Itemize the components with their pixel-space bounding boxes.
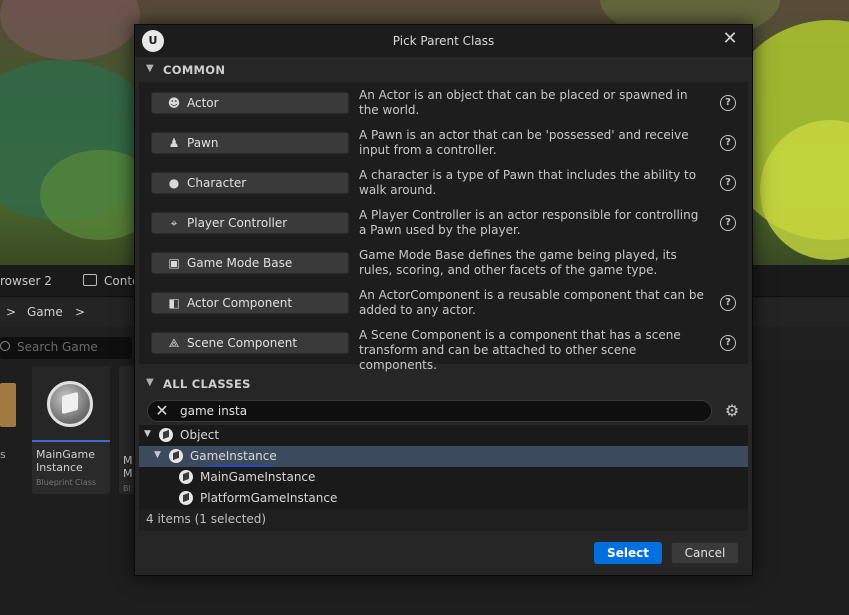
class-button-label: Actor Component xyxy=(187,296,293,310)
dialog-title: Pick Parent Class xyxy=(392,34,495,48)
tree-label: MainGameInstance xyxy=(200,470,316,484)
all-classes-section-header[interactable]: ▼ ALL CLASSES xyxy=(139,373,748,395)
class-button-label: Pawn xyxy=(187,136,219,150)
player-controller-button[interactable]: ⌖ Player Controller xyxy=(151,212,349,234)
search-icon xyxy=(0,341,10,351)
class-button-label: Character xyxy=(187,176,247,190)
class-button-label: Game Mode Base xyxy=(187,256,293,270)
rock-shape xyxy=(0,0,140,60)
asset-type: Blueprint Class xyxy=(36,478,97,487)
class-button-label: Actor xyxy=(187,96,219,110)
class-button-label: Player Controller xyxy=(187,216,288,230)
class-description: A Pawn is an actor that can be 'possesse… xyxy=(359,128,689,157)
scene-component-icon: ⟁ xyxy=(168,336,180,350)
help-icon[interactable]: ? xyxy=(720,335,736,351)
class-row-actor-component: ◧ Actor Component An ActorComponent is a… xyxy=(139,282,748,322)
cancel-button[interactable]: Cancel xyxy=(671,542,739,564)
collapse-triangle-icon: ▼ xyxy=(146,377,154,388)
class-description: A Scene Component is a component that ha… xyxy=(359,328,681,372)
section-title: COMMON xyxy=(163,63,226,77)
class-row-pawn: ♟ Pawn A Pawn is an actor that can be 'p… xyxy=(139,122,748,162)
class-search-box[interactable]: ✕ xyxy=(147,400,712,422)
folder-icon xyxy=(83,274,97,286)
class-description: An ActorComponent is a reusable componen… xyxy=(359,288,704,317)
class-row-character: ● Character A character is a type of Paw… xyxy=(139,162,748,202)
expand-arrow-icon[interactable]: ▼ xyxy=(154,450,161,460)
scene-component-button[interactable]: ⟁ Scene Component xyxy=(151,332,349,354)
actor-icon: ☻ xyxy=(167,96,181,110)
class-search-input[interactable] xyxy=(180,403,700,419)
tree-label: PlatformGameInstance xyxy=(200,491,338,505)
chevron-right-icon[interactable]: > xyxy=(6,305,16,319)
actor-component-icon: ◧ xyxy=(168,296,180,310)
asset-name-partial: s xyxy=(0,448,6,461)
help-icon[interactable]: ? xyxy=(720,175,736,191)
pawn-button[interactable]: ♟ Pawn xyxy=(151,132,349,154)
class-row-scene-component: ⟁ Scene Component A Scene Component is a… xyxy=(139,322,748,372)
status-bar: 4 items (1 selected) xyxy=(139,509,748,531)
asset-name-partial: M xyxy=(123,467,133,480)
class-description: Game Mode Base defines the game being pl… xyxy=(359,248,677,277)
game-mode-base-button[interactable]: ▣ Game Mode Base xyxy=(151,252,349,274)
tree-row-object[interactable]: ▼ Object xyxy=(139,425,748,446)
blueprint-class-icon xyxy=(47,381,93,427)
pawn-icon: ♟ xyxy=(168,136,180,150)
game-mode-icon: ▣ xyxy=(168,256,180,270)
actor-component-button[interactable]: ◧ Actor Component xyxy=(151,292,349,314)
asset-card-main-game-instance[interactable]: MainGame Instance Blueprint Class xyxy=(32,366,110,494)
class-description: An Actor is an object that can be placed… xyxy=(359,88,688,117)
class-icon xyxy=(179,491,193,505)
help-icon[interactable]: ? xyxy=(720,295,736,311)
tree-row-platform-game-instance[interactable]: PlatformGameInstance xyxy=(139,488,748,509)
class-row-actor: ☻ Actor An Actor is an object that can b… xyxy=(139,82,748,122)
annotation-underline xyxy=(203,464,275,467)
clear-search-icon[interactable]: ✕ xyxy=(154,402,170,420)
common-section-header[interactable]: ▼ COMMON xyxy=(139,59,748,81)
tree-label: Object xyxy=(180,428,220,442)
class-row-game-mode-base: ▣ Game Mode Base Game Mode Base defines … xyxy=(139,242,748,282)
gamepad-icon: ⌖ xyxy=(170,216,178,230)
common-classes-list: ☻ Actor An Actor is an object that can b… xyxy=(139,82,748,372)
breadcrumb-item-game[interactable]: Game xyxy=(27,305,63,319)
collapse-triangle-icon: ▼ xyxy=(146,63,154,74)
class-button-label: Scene Component xyxy=(187,336,298,350)
class-icon xyxy=(179,470,193,484)
dialog-title-bar[interactable]: U Pick Parent Class ✕ xyxy=(135,25,752,57)
asset-name: MainGame Instance xyxy=(36,448,96,474)
asset-type-partial: Bl xyxy=(123,484,131,493)
asset-thumbnail xyxy=(32,366,110,442)
help-icon[interactable]: ? xyxy=(720,215,736,231)
asset-search-field[interactable]: Search Game xyxy=(0,337,132,359)
character-icon: ● xyxy=(168,176,180,190)
section-title: ALL CLASSES xyxy=(163,377,251,391)
class-tree: ▼ Object ▼ GameInstance MainGameInstance… xyxy=(139,425,748,509)
tree-label: GameInstance xyxy=(190,449,277,463)
pick-parent-class-dialog: U Pick Parent Class ✕ ▼ COMMON ☻ Actor A… xyxy=(134,24,753,576)
tab-content-browser-2[interactable]: rowser 2 xyxy=(0,274,52,288)
close-button[interactable]: ✕ xyxy=(719,28,741,50)
class-description: A Player Controller is an actor responsi… xyxy=(359,208,699,237)
gear-icon[interactable]: ⚙ xyxy=(722,401,742,421)
actor-button[interactable]: ☻ Actor xyxy=(151,92,349,114)
asset-thumbnail[interactable] xyxy=(0,383,16,427)
help-icon[interactable]: ? xyxy=(720,95,736,111)
class-description: A character is a type of Pawn that inclu… xyxy=(359,168,697,197)
chevron-right-icon[interactable]: > xyxy=(75,305,85,319)
asset-name-partial: M xyxy=(123,454,133,467)
expand-arrow-icon[interactable]: ▼ xyxy=(144,429,151,439)
tree-row-main-game-instance[interactable]: MainGameInstance xyxy=(139,467,748,488)
help-icon[interactable]: ? xyxy=(720,135,736,151)
character-button[interactable]: ● Character xyxy=(151,172,349,194)
asset-search-placeholder: Search Game xyxy=(17,340,98,354)
class-icon xyxy=(169,449,183,463)
class-row-player-controller: ⌖ Player Controller A Player Controller … xyxy=(139,202,748,242)
select-button[interactable]: Select xyxy=(594,542,662,564)
class-icon xyxy=(159,428,173,442)
item-count: 4 items (1 selected) xyxy=(146,512,267,526)
